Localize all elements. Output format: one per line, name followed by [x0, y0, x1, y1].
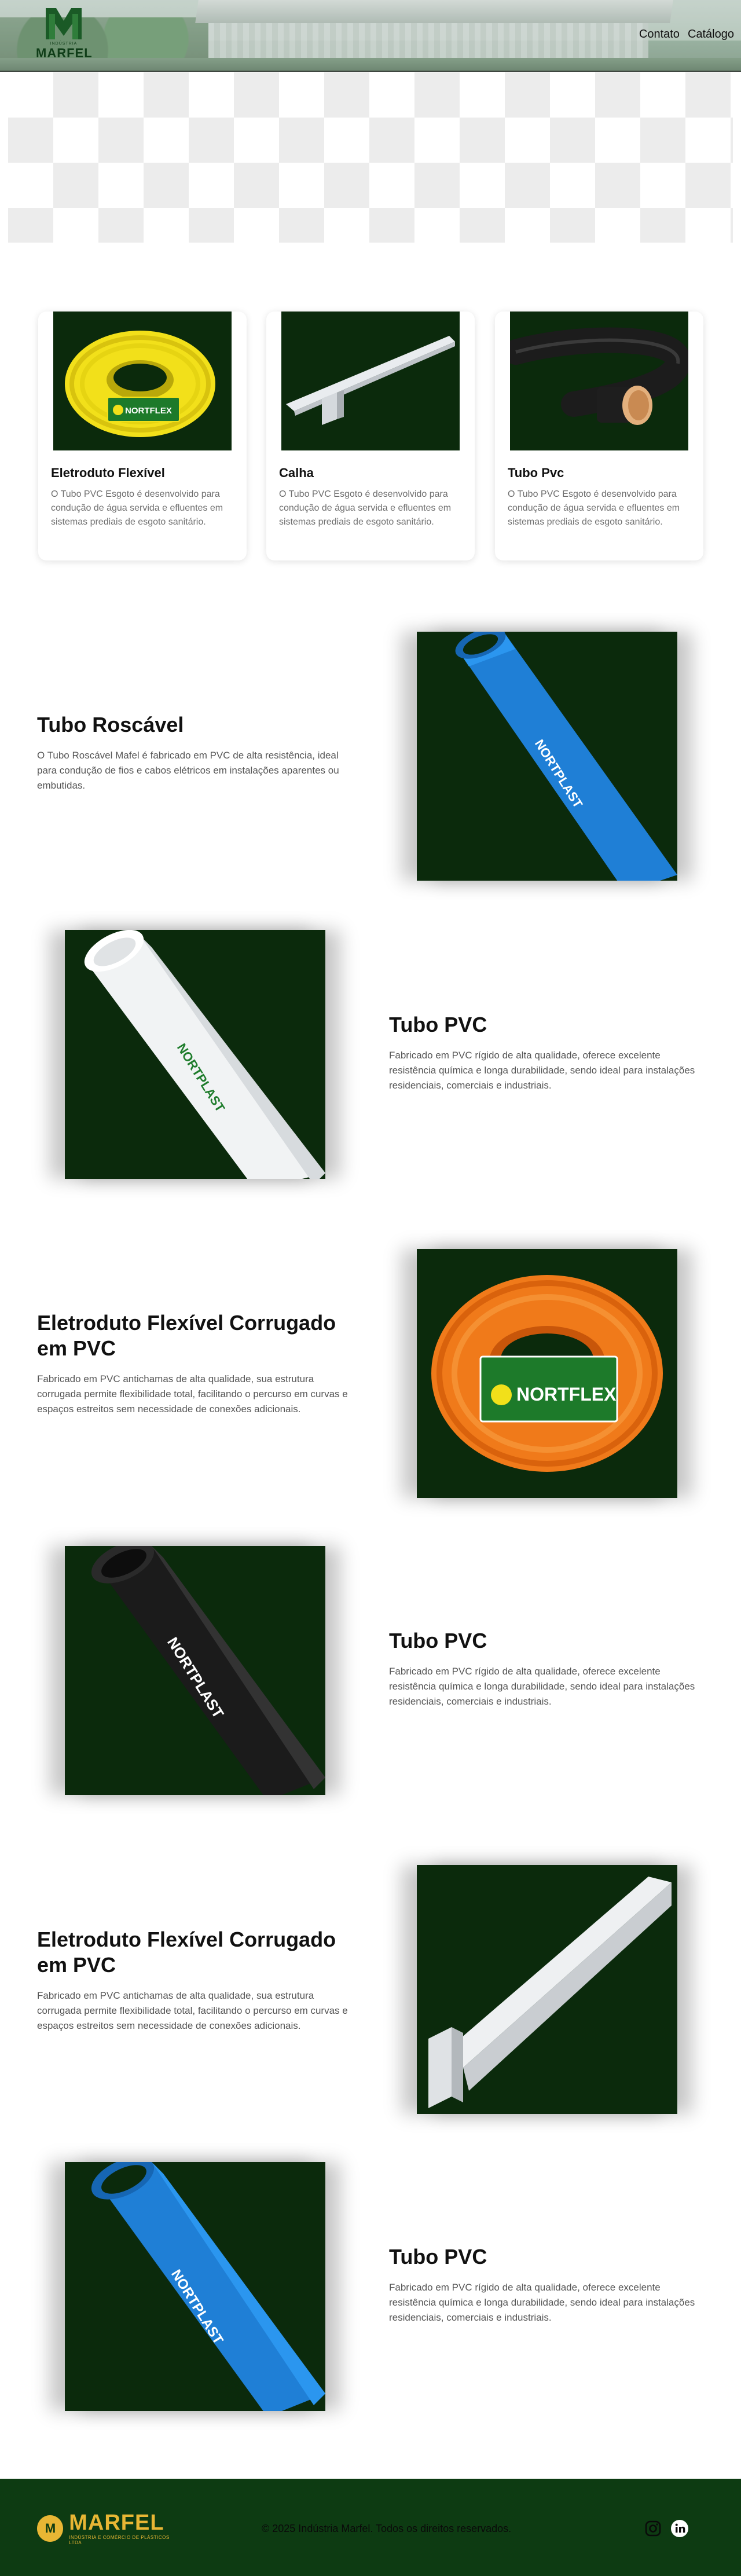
- header-divider: [0, 71, 741, 72]
- header-logo-subtitle: INDÚSTRIA: [50, 42, 78, 46]
- feature-title: Tubo PVC: [389, 2245, 487, 2269]
- nav-contato[interactable]: Contato: [639, 28, 680, 41]
- feature-tubo-pvc-3: Tubo PVC Fabricado em PVC rígido de alta…: [389, 2244, 702, 2325]
- feature-tubo-roscavel: Tubo Roscável O Tubo Roscável Mafel é fa…: [37, 712, 350, 793]
- feature-title: Eletroduto Flexível Corrugado em PVC: [37, 1311, 336, 1360]
- site-header: INDÚSTRIA MARFEL Contato Catálogo: [0, 0, 741, 72]
- feature-image-tubo-blue: NORTPLAST: [65, 2162, 325, 2411]
- feature-description: Fabricado em PVC rígido de alta qualidad…: [389, 1666, 695, 1707]
- marfel-coin-icon: M: [37, 2515, 64, 2542]
- feature-eletroduto-corrugado-1: Eletroduto Flexível Corrugado em PVC Fab…: [37, 1310, 350, 1417]
- header-logo-wordmark: MARFEL: [36, 46, 93, 60]
- blue-threaded-pipe-icon: NORTPLAST: [455, 632, 677, 881]
- footer-logo[interactable]: M MARFEL INDÚSTRIA E COMÉRCIO DE PLÁSTIC…: [37, 2512, 182, 2545]
- feature-description: Fabricado em PVC antichamas de alta qual…: [37, 1990, 348, 2031]
- nav-catalogo[interactable]: Catálogo: [688, 28, 734, 41]
- feature-image-tubo-roscavel: NORTPLAST: [417, 632, 677, 881]
- feature-title: Eletroduto Flexível Corrugado em PVC: [37, 1928, 336, 1977]
- footer-logo-subtitle: INDÚSTRIA E COMÉRCIO DE PLÁSTICOS LTDA: [69, 2535, 170, 2545]
- yellow-coil-icon: NORTFLEX: [65, 331, 215, 437]
- hero-image-placeholder: [8, 72, 733, 243]
- feature-title: Tubo Roscável: [37, 713, 184, 736]
- feature-title: Tubo PVC: [389, 1013, 487, 1036]
- feature-title: Tubo PVC: [389, 1629, 487, 1652]
- feature-tubo-pvc-2: Tubo PVC Fabricado em PVC rígido de alta…: [389, 1628, 702, 1709]
- site-footer: M MARFEL INDÚSTRIA E COMÉRCIO DE PLÁSTIC…: [0, 2479, 741, 2576]
- product-card-calha[interactable]: Calha O Tubo PVC Esgoto é desenvolvido p…: [266, 312, 475, 560]
- feature-image-calha: [417, 1865, 677, 2114]
- instagram-icon[interactable]: [644, 2519, 662, 2538]
- card-image: [281, 312, 460, 450]
- feature-image-tubo-pvc-white: NORTPLAST: [65, 930, 325, 1179]
- product-card-eletroduto[interactable]: NORTFLEX Eletroduto Flexível O Tubo PVC …: [38, 312, 247, 560]
- orange-coil-icon: NORTFLEX: [431, 1275, 663, 1472]
- card-description: O Tubo PVC Esgoto é desenvolvido para co…: [508, 489, 680, 527]
- card-image-brand: NORTFLEX: [125, 406, 172, 416]
- card-title: Tubo Pvc: [508, 466, 564, 480]
- feature-image-brand: NORTFLEX: [516, 1384, 617, 1405]
- feature-description: Fabricado em PVC rígido de alta qualidad…: [389, 2282, 695, 2323]
- card-title: Eletroduto Flexível: [51, 466, 165, 480]
- linkedin-icon[interactable]: [670, 2519, 689, 2538]
- black-pvc-pipe-icon: NORTPLAST: [91, 1546, 325, 1795]
- feature-description: Fabricado em PVC rígido de alta qualidad…: [389, 1050, 695, 1091]
- feature-image-eletroduto-orange: NORTFLEX: [417, 1249, 677, 1498]
- blue-pipe-icon: NORTPLAST: [91, 2162, 325, 2411]
- feature-tubo-pvc-1: Tubo PVC Fabricado em PVC rígido de alta…: [389, 1012, 702, 1093]
- white-pvc-pipe-icon: NORTPLAST: [84, 930, 325, 1179]
- black-cable-icon: [510, 327, 688, 425]
- card-image: [510, 312, 688, 450]
- main-nav: Contato Catálogo: [639, 28, 734, 41]
- header-logo[interactable]: INDÚSTRIA MARFEL: [36, 6, 93, 67]
- feature-image-tubo-pvc-black: NORTPLAST: [65, 1546, 325, 1795]
- gutter-profile-large-icon: [428, 1877, 672, 2108]
- footer-copyright: © 2025 Indústria Marfel. Todos os direit…: [262, 2523, 512, 2534]
- card-description: O Tubo PVC Esgoto é desenvolvido para co…: [51, 489, 223, 527]
- gutter-profile-icon: [286, 336, 455, 425]
- card-image: NORTFLEX: [53, 312, 232, 450]
- marfel-logo-icon: [46, 8, 82, 39]
- card-description: O Tubo PVC Esgoto é desenvolvido para co…: [279, 489, 452, 527]
- feature-eletroduto-corrugado-2: Eletroduto Flexível Corrugado em PVC Fab…: [37, 1927, 350, 2033]
- feature-description: Fabricado em PVC antichamas de alta qual…: [37, 1373, 348, 1415]
- footer-logo-wordmark: MARFEL: [69, 2511, 164, 2535]
- product-card-tubo-pvc[interactable]: Tubo Pvc O Tubo PVC Esgoto é desenvolvid…: [495, 312, 703, 560]
- feature-description: O Tubo Roscável Mafel é fabricado em PVC…: [37, 750, 339, 791]
- card-title: Calha: [279, 466, 314, 480]
